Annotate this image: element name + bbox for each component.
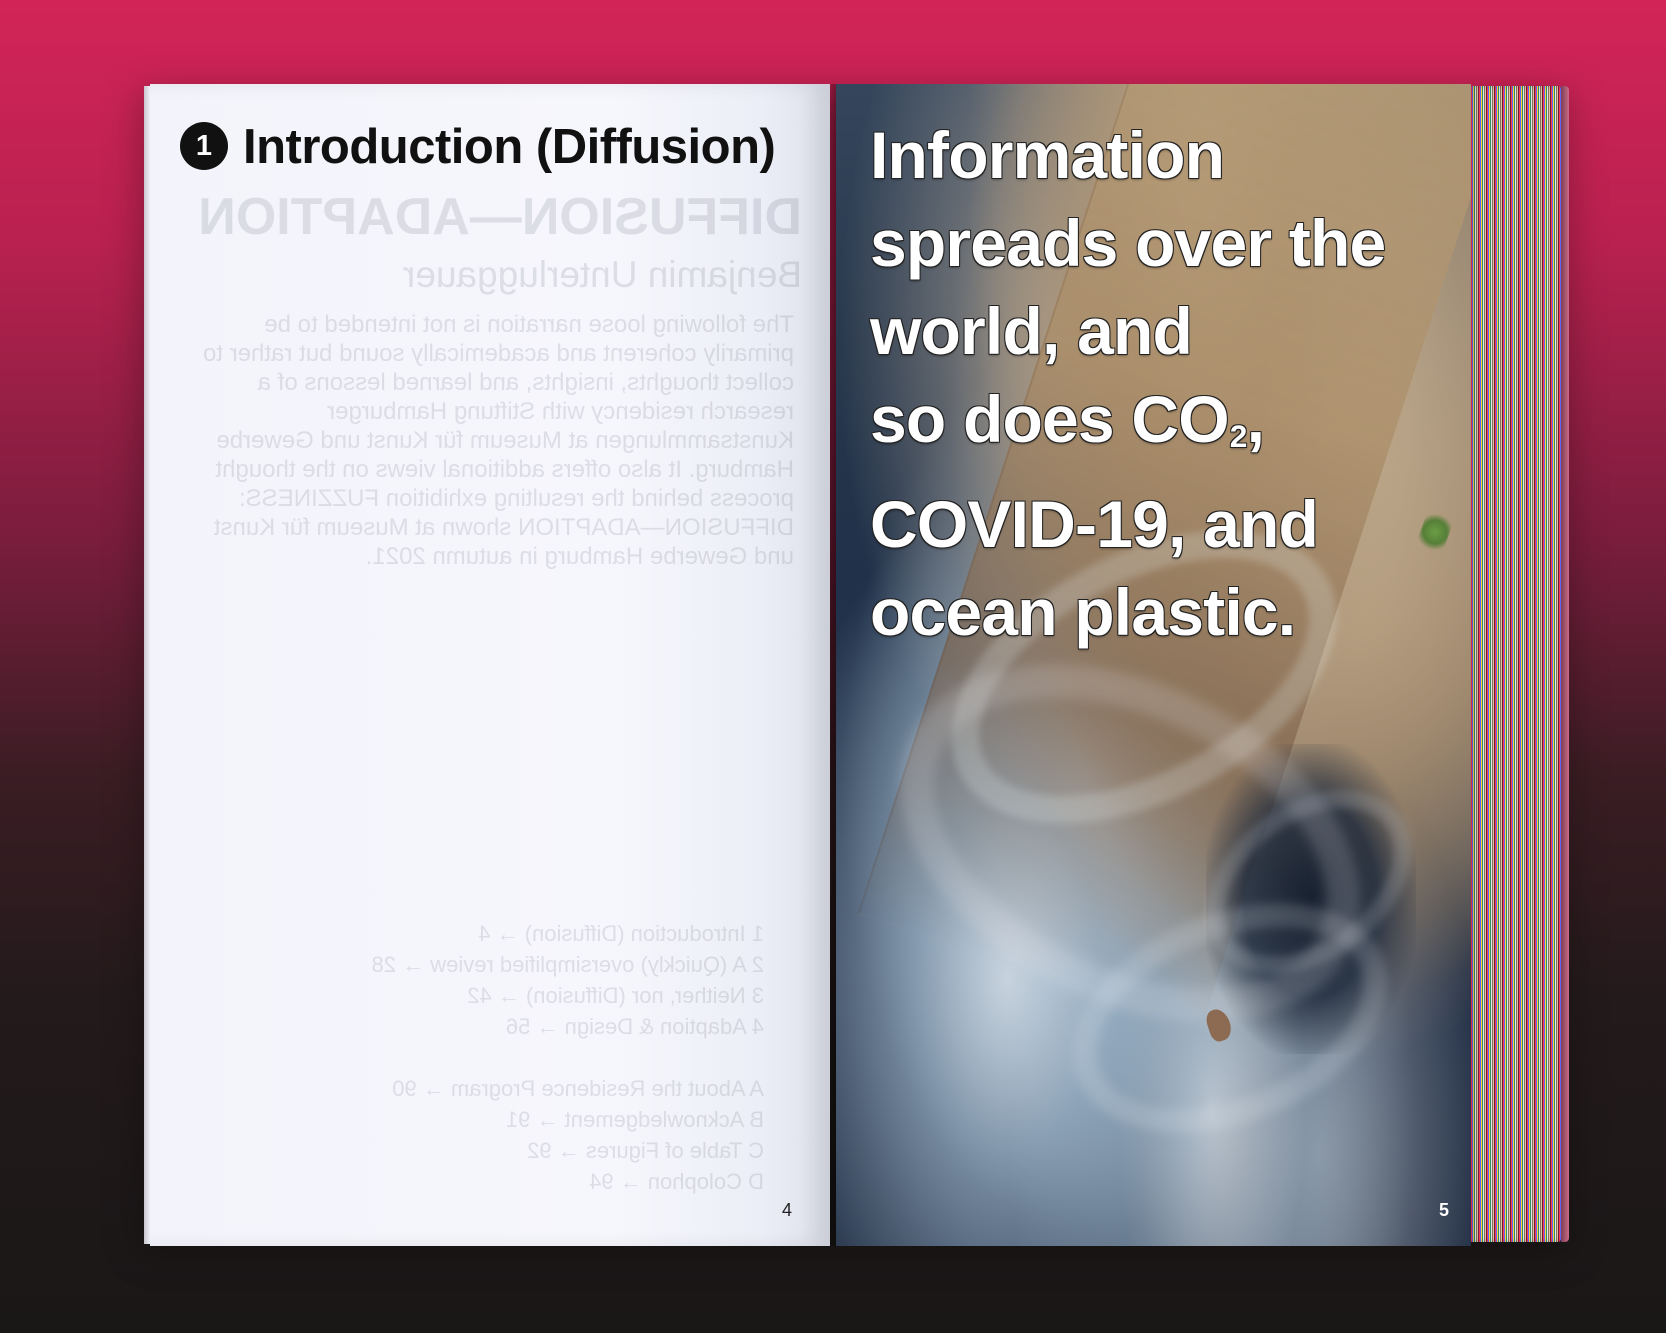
left-page-number: 4: [782, 1200, 793, 1220]
headline-line: world, and: [870, 294, 1193, 368]
book-page-stack: [1471, 86, 1569, 1242]
show-through-paragraph: The following loose narration is not int…: [203, 311, 794, 570]
right-page-headline: Information spreads over the world, and …: [870, 111, 1460, 656]
right-page-number: 5: [1439, 1200, 1450, 1220]
headline-line: spreads over the: [870, 206, 1386, 280]
show-through-heading: DIFFUSION—ADAPTION: [198, 188, 802, 246]
ocean-area: [1206, 744, 1416, 1054]
headline-line: Information: [870, 118, 1225, 192]
left-page: 1 Introduction (Diffusion) DIFFUSION—ADA…: [150, 84, 830, 1246]
headline-co2-comma: ,: [1246, 382, 1265, 456]
right-page-satellite-image: Information spreads over the world, and …: [836, 84, 1471, 1246]
show-through-contents: 1 Introduction (Diffusion) → 42 A (Quick…: [371, 921, 764, 1194]
headline-line: ocean plastic.: [870, 575, 1296, 650]
chapter-title: Introduction (Diffusion): [243, 120, 776, 174]
headline-line-co2: so does CO2,: [870, 375, 1460, 480]
open-book: 1 Introduction (Diffusion) DIFFUSION—ADA…: [144, 84, 1569, 1246]
show-through-author: Benjamin Unterluggauer: [402, 254, 802, 295]
chapter-number-badge: 1: [180, 122, 228, 170]
headline-co2-subscript: 2: [1229, 418, 1248, 455]
headline-line: COVID-19, and: [870, 487, 1319, 562]
headline-co2-base: so does CO: [870, 382, 1230, 456]
